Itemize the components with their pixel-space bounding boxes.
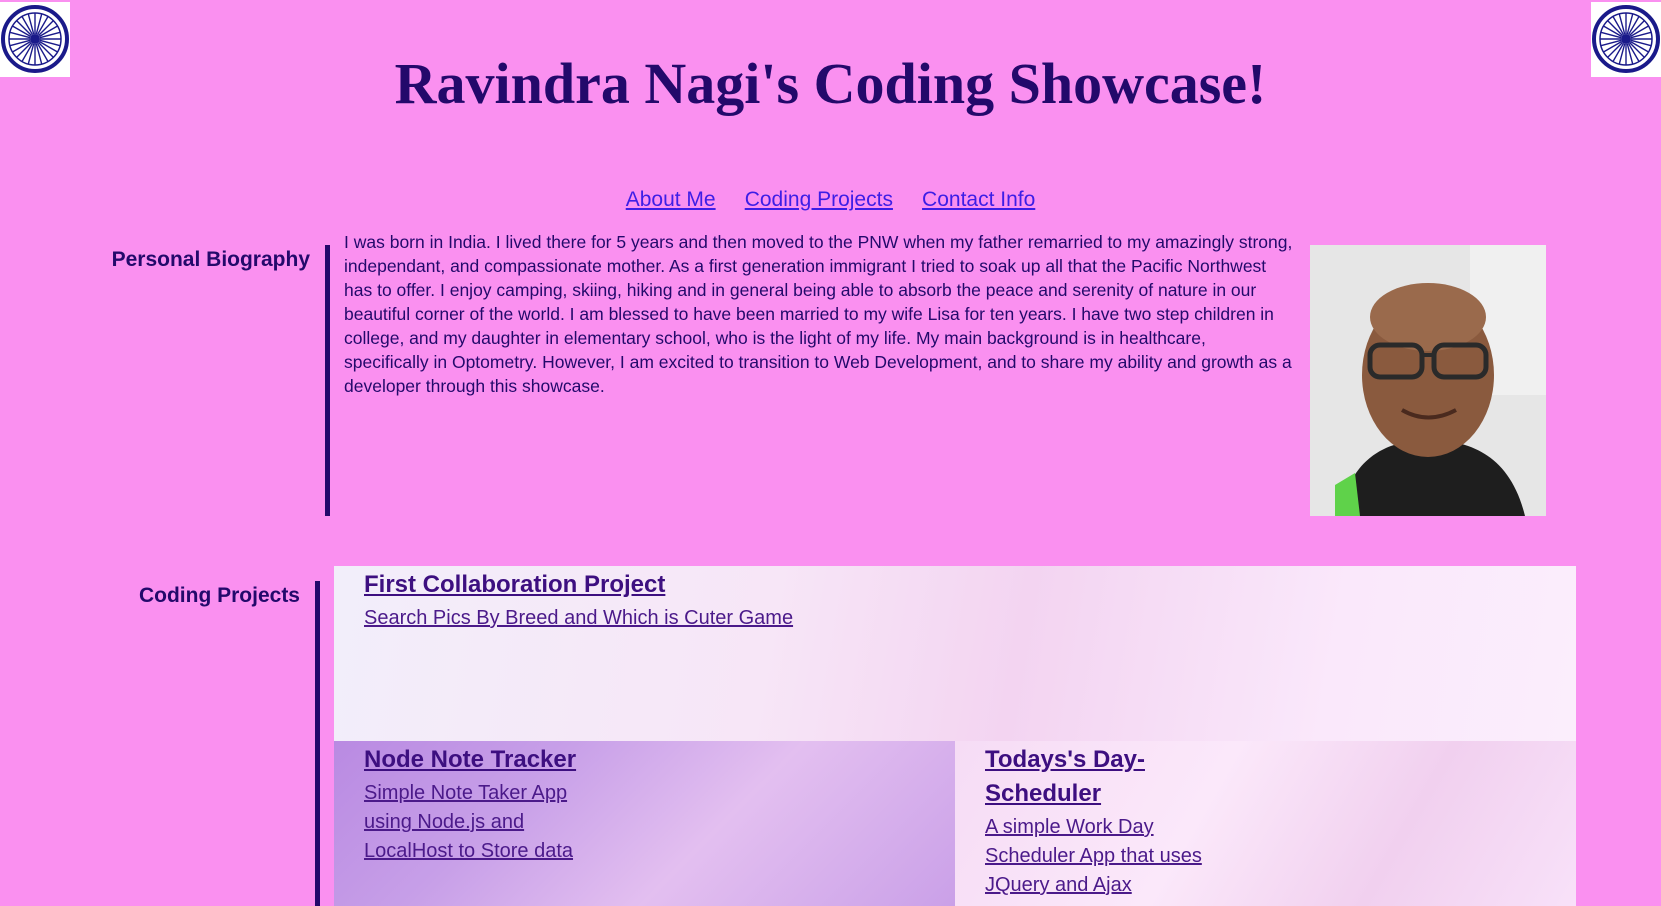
project-cards: First Collaboration Project Search Pics … [334, 566, 1576, 906]
project-card: Todays's Day-Scheduler A simple Work Day… [955, 741, 1576, 906]
nav-coding-projects[interactable]: Coding Projects [745, 188, 893, 212]
main-nav: About Me Coding Projects Contact Info [0, 188, 1661, 212]
biography-divider [325, 245, 330, 516]
project-title-link[interactable]: Todays's Day-Scheduler [985, 743, 1165, 811]
project-title-link[interactable]: First Collaboration Project [364, 568, 665, 602]
nav-contact-info[interactable]: Contact Info [922, 188, 1035, 212]
profile-photo [1310, 245, 1546, 516]
projects-divider [315, 581, 320, 906]
biography-heading: Personal Biography [111, 248, 310, 271]
project-description-link[interactable]: A simple Work Day Scheduler App that use… [985, 813, 1205, 900]
page-title: Ravindra Nagi's Coding Showcase! [394, 51, 1267, 116]
project-description-link[interactable]: Search Pics By Breed and Which is Cuter … [364, 604, 793, 633]
nav-about-me[interactable]: About Me [626, 188, 716, 212]
project-card: Node Note Tracker Simple Note Taker App … [334, 741, 955, 906]
project-description-link[interactable]: Simple Note Taker App using Node.js and … [364, 779, 614, 866]
projects-heading: Coding Projects [138, 584, 300, 607]
project-card: First Collaboration Project Search Pics … [334, 566, 1576, 741]
project-title-link[interactable]: Node Note Tracker [364, 743, 576, 777]
biography-text: I was born in India. I lived there for 5… [344, 232, 1293, 396]
